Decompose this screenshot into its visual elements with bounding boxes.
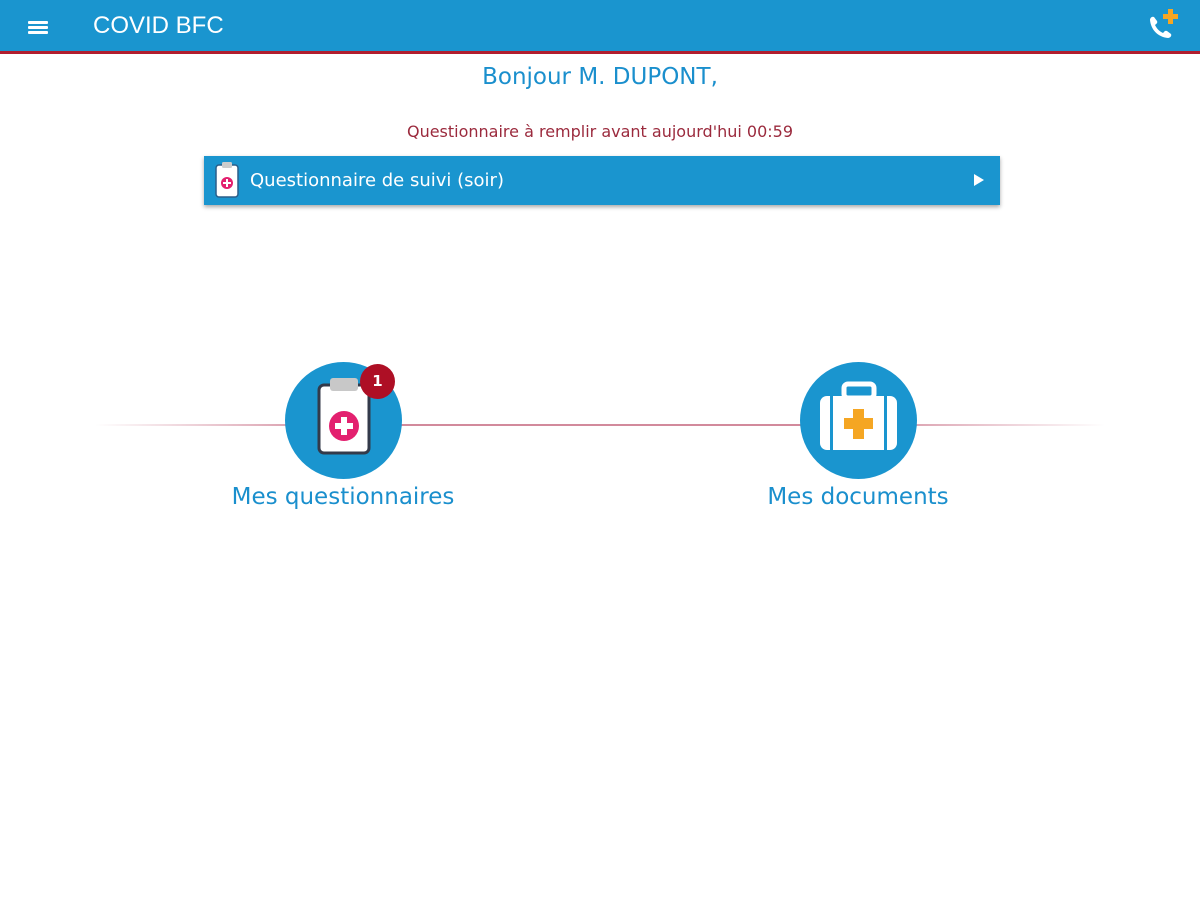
questionnaire-deadline: Questionnaire à remplir avant aujourd'hu… [406,122,794,141]
greeting-text: Bonjour M. DUPONT, [482,64,718,90]
pending-questionnaire-item[interactable]: Questionnaire de suivi (soir) [204,156,1000,205]
medical-kit-icon [820,381,897,450]
my-documents-tile[interactable]: Mes documents [708,362,1008,522]
hamburger-menu-icon[interactable] [22,14,54,40]
pending-questionnaire-label: Questionnaire de suivi (soir) [250,170,504,191]
app-title: COVID BFC [93,12,224,39]
my-questionnaires-tile[interactable]: 1 Mes questionnaires [193,362,493,522]
clipboard-medical-icon [214,159,240,199]
app-toolbar: COVID BFC [0,0,1200,54]
play-arrow-icon [974,174,984,186]
documents-circle [800,362,917,479]
notification-badge: 1 [360,364,395,399]
my-questionnaires-label: Mes questionnaires [231,484,455,510]
phone-plus-icon[interactable] [1142,6,1182,46]
my-documents-label: Mes documents [767,484,949,510]
